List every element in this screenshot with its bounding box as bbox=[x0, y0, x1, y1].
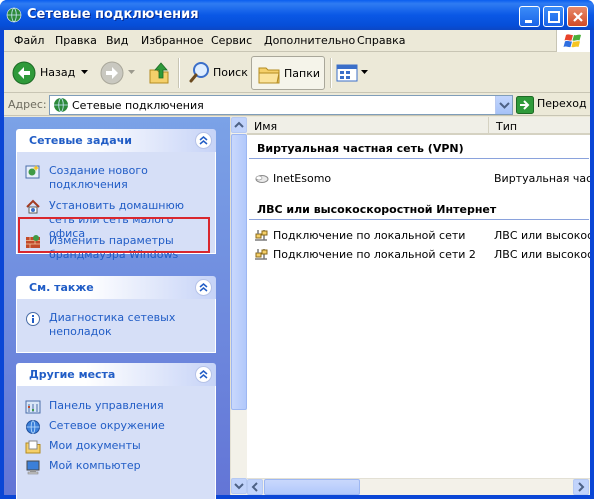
address-input[interactable]: Сетевые подключения bbox=[49, 95, 513, 115]
list-item[interactable]: InetEsomo Виртуальная частная сеть bbox=[253, 171, 590, 187]
row-type: ЛВС или высокоскоростной Интернет bbox=[494, 229, 590, 242]
search-icon[interactable] bbox=[188, 60, 212, 86]
scroll-thumb[interactable] bbox=[264, 479, 360, 495]
network-tasks-header[interactable]: Сетевые задачи bbox=[16, 129, 216, 152]
back-arrow-icon[interactable] bbox=[12, 61, 36, 85]
address-value: Сетевые подключения bbox=[72, 99, 204, 112]
row-name: Подключение по локальной сети bbox=[273, 229, 466, 242]
list-item[interactable]: Подключение по локальной сети ЛВС или вы… bbox=[253, 228, 590, 244]
column-name-label: Имя bbox=[254, 120, 278, 133]
up-folder-icon[interactable] bbox=[147, 60, 171, 86]
window-title: Сетевые подключения bbox=[27, 7, 199, 22]
collapse-see-also-icon[interactable] bbox=[195, 279, 212, 296]
maximize-button[interactable] bbox=[543, 6, 564, 27]
search-button-label[interactable]: Поиск bbox=[213, 66, 248, 79]
menu-favorites[interactable]: Избранное bbox=[141, 34, 203, 47]
network-connections-icon bbox=[6, 7, 22, 23]
network-connections-icon bbox=[54, 97, 68, 113]
go-arrow-icon bbox=[516, 96, 534, 114]
collapse-other-places-icon[interactable] bbox=[195, 366, 212, 383]
toolbar: Назад Поиск Папки bbox=[4, 53, 590, 93]
info-icon bbox=[26, 312, 40, 326]
other-places-title: Другие места bbox=[29, 368, 116, 381]
group-header-vpn: Виртуальная частная сеть (VPN) bbox=[257, 142, 464, 155]
see-also-title: См. также bbox=[29, 281, 94, 294]
highlight-box bbox=[18, 217, 210, 253]
new-connection-icon bbox=[25, 165, 40, 179]
address-bar: Адрес: Сетевые подключения Переход bbox=[4, 94, 590, 116]
close-button[interactable] bbox=[567, 6, 588, 27]
scroll-up-button[interactable] bbox=[231, 117, 247, 133]
task-pane: Сетевые задачи Создание нового подключен… bbox=[4, 117, 230, 500]
forward-dropdown-icon[interactable] bbox=[128, 70, 135, 75]
group-divider bbox=[249, 219, 589, 220]
vpn-connection-icon bbox=[255, 175, 269, 183]
go-button[interactable]: Переход bbox=[516, 96, 590, 114]
see-also-box: См. также Диагностика сетевых неполадок bbox=[16, 276, 216, 353]
scroll-thumb[interactable] bbox=[231, 134, 247, 410]
views-icon[interactable] bbox=[335, 61, 359, 85]
task-label: Создание нового подключения bbox=[49, 164, 148, 191]
window: Сетевые подключения Файл Правка Вид Избр… bbox=[0, 0, 594, 500]
control-panel-icon bbox=[25, 400, 41, 414]
lan-connection-icon bbox=[255, 249, 268, 260]
scroll-left-button[interactable] bbox=[247, 479, 263, 495]
content-area: Сетевые задачи Создание нового подключен… bbox=[4, 117, 590, 500]
scroll-right-button[interactable] bbox=[573, 479, 589, 495]
place-label: Панель управления bbox=[49, 399, 164, 412]
forward-arrow-icon[interactable] bbox=[100, 61, 124, 85]
row-type: ЛВС или высокоскоростной Интернет bbox=[494, 248, 590, 261]
row-name: InetEsomo bbox=[273, 172, 332, 185]
other-places-body: Панель управления Сетевое окружение Мои … bbox=[16, 386, 216, 500]
back-dropdown-icon[interactable] bbox=[81, 70, 88, 75]
address-label: Адрес: bbox=[8, 98, 47, 111]
title-bar[interactable]: Сетевые подключения bbox=[0, 0, 594, 30]
group-header-lan: ЛВС или высокоскоростной Интернет bbox=[257, 203, 497, 216]
menu-view[interactable]: Вид bbox=[106, 34, 128, 47]
windows-flag-icon bbox=[556, 30, 590, 52]
place-label: Мой компьютер bbox=[49, 459, 141, 472]
place-label: Сетевое окружение bbox=[49, 419, 165, 432]
network-tasks-title: Сетевые задачи bbox=[29, 134, 132, 147]
folders-button[interactable]: Папки bbox=[251, 56, 325, 90]
other-places-header[interactable]: Другие места bbox=[16, 363, 216, 386]
list-item[interactable]: Подключение по локальной сети 2 ЛВС или … bbox=[253, 247, 590, 263]
scroll-down-button[interactable] bbox=[231, 478, 247, 494]
menu-file[interactable]: Файл bbox=[14, 34, 44, 47]
folders-icon bbox=[258, 67, 280, 84]
minimize-button[interactable] bbox=[519, 6, 540, 27]
see-also-body: Диагностика сетевых неполадок bbox=[16, 299, 216, 353]
other-places-box: Другие места Панель управления Сетевое о… bbox=[16, 363, 216, 500]
menu-tools[interactable]: Сервис bbox=[211, 34, 252, 47]
column-name[interactable]: Имя bbox=[247, 117, 489, 135]
connections-list: Имя Тип Виртуальная частная сеть (VPN) I… bbox=[247, 117, 590, 495]
views-dropdown-icon[interactable] bbox=[361, 70, 368, 75]
my-documents-icon bbox=[25, 440, 41, 454]
menu-bar: Файл Правка Вид Избранное Сервис Дополни… bbox=[4, 30, 590, 52]
row-name: Подключение по локальной сети 2 bbox=[273, 248, 476, 261]
menu-advanced[interactable]: Дополнительно bbox=[264, 34, 355, 47]
column-type[interactable]: Тип bbox=[489, 117, 590, 135]
back-button-label[interactable]: Назад bbox=[40, 66, 75, 79]
collapse-network-tasks-icon[interactable] bbox=[195, 132, 212, 149]
my-computer-icon bbox=[26, 460, 40, 475]
address-dropdown-button[interactable] bbox=[495, 96, 512, 114]
menu-edit[interactable]: Правка bbox=[55, 34, 97, 47]
network-places-icon bbox=[26, 420, 40, 434]
list-horizontal-scrollbar[interactable] bbox=[247, 478, 590, 495]
task-label: Диагностика сетевых неполадок bbox=[49, 311, 176, 338]
group-divider bbox=[249, 158, 589, 159]
row-type: Виртуальная частная сеть bbox=[494, 172, 590, 185]
home-network-icon bbox=[26, 199, 40, 214]
folders-button-label: Папки bbox=[284, 67, 320, 80]
lan-connection-icon bbox=[255, 230, 268, 241]
menu-help[interactable]: Справка bbox=[357, 34, 405, 47]
go-button-label: Переход bbox=[537, 97, 587, 110]
place-label: Мои документы bbox=[49, 439, 141, 452]
task-pane-scrollbar[interactable] bbox=[230, 117, 247, 495]
column-type-label: Тип bbox=[496, 120, 518, 133]
see-also-header[interactable]: См. также bbox=[16, 276, 216, 299]
client-area: Файл Правка Вид Избранное Сервис Дополни… bbox=[4, 30, 590, 500]
